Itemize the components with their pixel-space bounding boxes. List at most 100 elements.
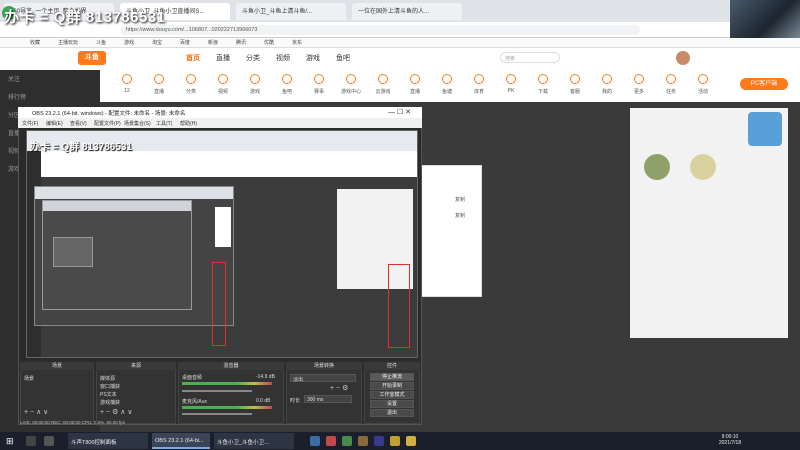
category-label[interactable]: 分类 xyxy=(176,88,206,95)
app-icon[interactable] xyxy=(342,436,352,446)
category-label[interactable]: 下载 xyxy=(528,88,558,95)
app-icon[interactable] xyxy=(310,436,320,446)
site-search-input[interactable]: 搜索 xyxy=(500,52,560,63)
app-icon[interactable] xyxy=(390,436,400,446)
nav-fishbar[interactable]: 鱼吧 xyxy=(336,53,350,63)
category-icon[interactable] xyxy=(474,74,484,84)
start-recording-button[interactable]: 开始录制 xyxy=(370,382,414,390)
bookmark[interactable]: 新浪 xyxy=(208,39,218,46)
bookmark[interactable]: 主播玩玩 xyxy=(58,39,78,46)
taskbar-item-active[interactable]: OBS 23.2.1 (64-bi... xyxy=(152,433,210,449)
copy-link[interactable]: 复制 xyxy=(455,212,465,219)
source-item[interactable]: PS文本 xyxy=(100,391,117,398)
category-icon[interactable] xyxy=(378,74,388,84)
app-icon[interactable] xyxy=(358,436,368,446)
menu-edit[interactable]: 编辑(E) xyxy=(46,120,63,127)
app-icon[interactable] xyxy=(406,436,416,446)
category-label[interactable]: 鱼塘 xyxy=(432,88,462,95)
app-icon[interactable] xyxy=(326,436,336,446)
category-icon[interactable] xyxy=(250,74,260,84)
source-item[interactable]: 游戏捕获 xyxy=(100,399,120,406)
task-view-icon[interactable] xyxy=(44,436,54,446)
category-label[interactable]: 视频 xyxy=(208,88,238,95)
taskbar-item[interactable]: 斗鱼小卫_斗鱼小卫... xyxy=(214,433,294,449)
category-icon[interactable] xyxy=(186,74,196,84)
category-icon[interactable] xyxy=(122,74,132,84)
category-icon[interactable] xyxy=(602,74,612,84)
nav-category[interactable]: 分类 xyxy=(246,53,260,63)
source-buttons[interactable]: + − ⚙ ∧ ∨ xyxy=(100,408,132,416)
category-label[interactable]: 客服 xyxy=(560,88,590,95)
menu-view[interactable]: 查看(V) xyxy=(70,120,87,127)
bookmark[interactable]: 收藏 xyxy=(30,39,40,46)
address-bar[interactable]: https://www.douyu.com/...106807...020222… xyxy=(120,25,640,35)
studio-mode-button[interactable]: 工作室模式 xyxy=(370,391,414,399)
streamer-avatar[interactable] xyxy=(644,154,670,180)
pc-client-button[interactable]: PC客户端 xyxy=(740,78,788,90)
category-label[interactable]: PK xyxy=(496,88,526,94)
category-label[interactable]: 我的 xyxy=(592,88,622,95)
category-icon[interactable] xyxy=(346,74,356,84)
category-label[interactable]: 体育 xyxy=(464,88,494,95)
category-label[interactable]: 云游戏 xyxy=(368,88,398,95)
category-icon[interactable] xyxy=(442,74,452,84)
category-label[interactable]: 游戏中心 xyxy=(336,88,366,95)
category-icon[interactable] xyxy=(634,74,644,84)
bookmark[interactable]: 优酷 xyxy=(264,39,274,46)
taskbar-item[interactable]: 斗声T800控制面板 xyxy=(68,433,148,449)
settings-button[interactable]: 设置 xyxy=(370,400,414,408)
bookmark[interactable]: 淘宝 xyxy=(152,39,162,46)
source-item[interactable]: 窗口捕获 xyxy=(100,383,120,390)
start-icon[interactable]: ⊞ xyxy=(6,436,16,446)
transition-select[interactable]: 淡出 xyxy=(290,374,356,383)
browser-tab[interactable]: 一位在国外上清斗鱼的人... xyxy=(352,3,462,20)
stop-streaming-button[interactable]: 停止推流 xyxy=(370,373,414,381)
category-label[interactable]: 更多 xyxy=(624,88,654,95)
avatar[interactable] xyxy=(676,51,690,65)
volume-slider[interactable] xyxy=(182,413,252,415)
category-label[interactable]: 任务 xyxy=(656,88,686,95)
menu-help[interactable]: 帮助(H) xyxy=(180,120,197,127)
volume-slider[interactable] xyxy=(182,390,252,392)
category-label[interactable]: 12 xyxy=(112,88,142,94)
category-icon[interactable] xyxy=(154,74,164,84)
source-item[interactable]: 媒体源 xyxy=(100,375,115,382)
category-label[interactable]: 直播 xyxy=(144,88,174,95)
menu-profile[interactable]: 配置文件(P) xyxy=(94,120,121,127)
nav-home[interactable]: 首页 xyxy=(186,53,200,63)
bookmark[interactable]: 游戏 xyxy=(124,39,134,46)
search-icon[interactable] xyxy=(26,436,36,446)
category-icon[interactable] xyxy=(218,74,228,84)
scene-buttons[interactable]: + − ∧ ∨ xyxy=(24,408,48,416)
bookmark[interactable]: 京东 xyxy=(292,39,302,46)
category-icon[interactable] xyxy=(570,74,580,84)
category-label[interactable]: 直播 xyxy=(400,88,430,95)
bookmark[interactable]: 腾讯 xyxy=(236,39,246,46)
transition-buttons[interactable]: + − ⚙ xyxy=(330,384,348,392)
window-controls[interactable]: — ☐ ✕ xyxy=(388,108,411,116)
category-icon[interactable] xyxy=(314,74,324,84)
menu-scene-collection[interactable]: 场景集合(S) xyxy=(124,120,151,127)
category-icon[interactable] xyxy=(538,74,548,84)
site-logo[interactable]: 斗鱼 xyxy=(78,51,106,65)
exit-button[interactable]: 退出 xyxy=(370,409,414,417)
category-label[interactable]: 赛事 xyxy=(304,88,334,95)
bookmark[interactable]: 斗鱼 xyxy=(96,39,106,46)
menu-file[interactable]: 文件(F) xyxy=(22,120,38,127)
nav-game[interactable]: 游戏 xyxy=(306,53,320,63)
duration-input[interactable]: 300 ms xyxy=(304,395,352,403)
category-label[interactable]: 鱼吧 xyxy=(272,88,302,95)
promo-badge[interactable] xyxy=(748,112,782,146)
category-icon[interactable] xyxy=(666,74,676,84)
category-label[interactable]: 游戏 xyxy=(240,88,270,95)
category-icon[interactable] xyxy=(506,74,516,84)
bookmark[interactable]: 百度 xyxy=(180,39,190,46)
left-nav-item[interactable]: 关注 xyxy=(8,74,20,83)
category-icon[interactable] xyxy=(410,74,420,84)
streamer-avatar[interactable] xyxy=(690,154,716,180)
category-icon[interactable] xyxy=(698,74,708,84)
copy-link[interactable]: 复制 xyxy=(455,196,465,203)
nav-video[interactable]: 视频 xyxy=(276,53,290,63)
scene-item[interactable]: 场景 xyxy=(24,375,34,382)
browser-tab[interactable]: 斗鱼小卫_斗鱼上清斗鱼/... xyxy=(236,3,346,20)
